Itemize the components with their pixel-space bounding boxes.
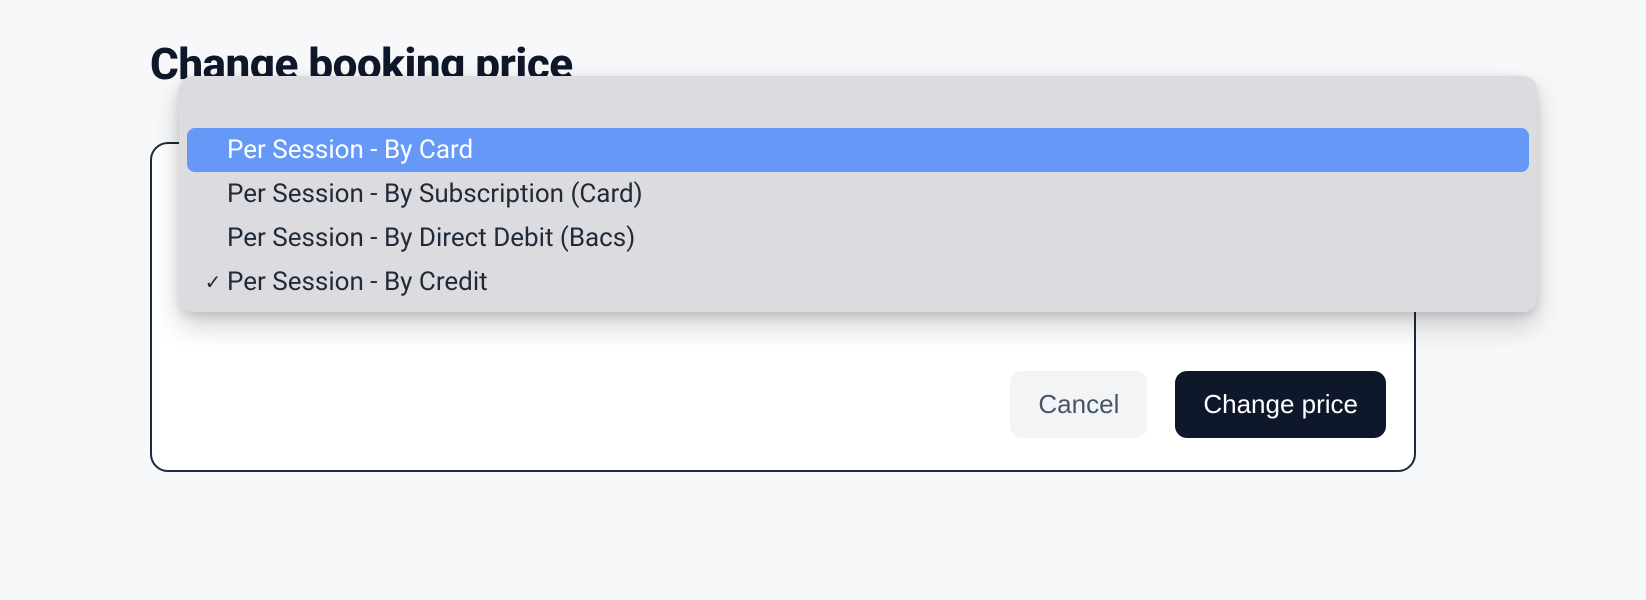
dropdown-option-by-direct-debit[interactable]: Per Session - By Direct Debit (Bacs)	[187, 216, 1529, 260]
dropdown-option-label: Per Session - By Direct Debit (Bacs)	[227, 223, 1515, 253]
price-dropdown-menu[interactable]: Per Session - By Card Per Session - By S…	[179, 76, 1537, 312]
dropdown-option-label: Per Session - By Card	[227, 135, 1515, 165]
change-price-button[interactable]: Change price	[1175, 371, 1386, 438]
dropdown-option-by-card[interactable]: Per Session - By Card	[187, 128, 1529, 172]
cancel-button[interactable]: Cancel	[1010, 371, 1147, 438]
dropdown-option-by-credit[interactable]: ✓ Per Session - By Credit	[187, 260, 1529, 304]
button-row: Cancel Change price	[1010, 371, 1386, 438]
dropdown-option-label: Per Session - By Credit	[227, 267, 1515, 297]
dropdown-option-by-subscription[interactable]: Per Session - By Subscription (Card)	[187, 172, 1529, 216]
dropdown-option-label: Per Session - By Subscription (Card)	[227, 179, 1515, 209]
dropdown-spacer	[187, 84, 1529, 128]
check-icon: ✓	[201, 270, 225, 294]
